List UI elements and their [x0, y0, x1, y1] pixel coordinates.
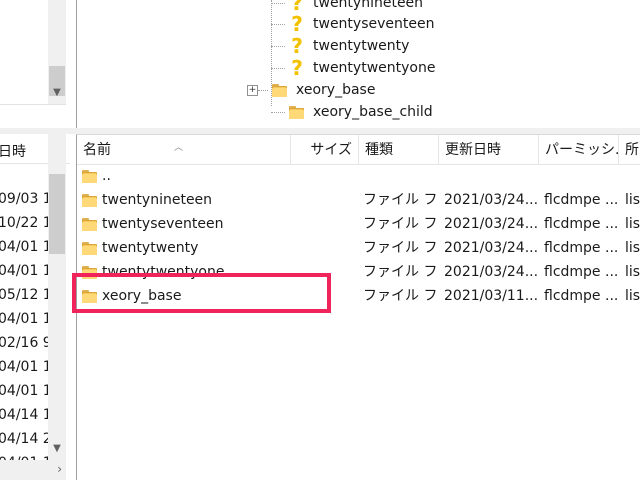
file-name: twentyseventeen: [102, 216, 224, 232]
date-cell: 04/01 1: [0, 263, 52, 279]
top-left-scrollbar[interactable]: ▼: [48, 0, 66, 104]
tree-item-twentytwenty[interactable]: ? twentytwenty: [263, 34, 410, 58]
tree-item-xeory-base-child[interactable]: xeory_base_child: [263, 101, 433, 123]
tree-item-twentyseventeen[interactable]: ? twentyseventeen: [263, 12, 435, 36]
tree-item-label: twentyseventeen: [313, 16, 435, 32]
file-modified: 2021/03/24...: [444, 192, 538, 208]
date-cell: 04/01 1: [0, 239, 52, 255]
file-permissions: flcdmpe ...: [544, 192, 618, 208]
date-cell: 10/22 1: [0, 215, 52, 231]
file-owner: list: [625, 216, 640, 232]
file-owner: list: [625, 288, 640, 304]
expand-icon[interactable]: +: [247, 84, 258, 96]
file-type: ファイル フ...: [363, 216, 439, 232]
tree-item-xeory-base[interactable]: + xeory_base: [244, 79, 375, 101]
list-item-parent[interactable]: ..: [77, 164, 640, 188]
column-header-owner[interactable]: 所: [619, 135, 640, 165]
folder-icon: [81, 215, 99, 233]
date-cell: 04/14 1: [0, 407, 52, 423]
folder-icon: [287, 102, 307, 122]
highlight-annotation: [72, 273, 331, 313]
tree-item-label: xeory_base: [296, 82, 376, 98]
folder-icon: [81, 191, 99, 209]
date-cell: 09/03 1: [0, 191, 52, 207]
file-name: twentytwenty: [102, 240, 199, 256]
tree-item-label: xeory_base_child: [313, 104, 433, 120]
file-permissions: flcdmpe ...: [544, 216, 618, 232]
date-cell: 04/01 1: [0, 311, 52, 327]
scroll-down-icon[interactable]: ▼: [48, 440, 66, 458]
file-modified: 2021/03/24...: [444, 240, 538, 256]
column-header-permissions[interactable]: パーミッシ...: [539, 135, 619, 165]
sort-ascending-icon: ︿: [174, 143, 184, 153]
column-header-type[interactable]: 種類: [359, 135, 439, 165]
scroll-down-icon[interactable]: ▼: [48, 84, 66, 102]
divider: [0, 104, 66, 105]
column-header-name[interactable]: 名前 ︿: [77, 135, 291, 165]
tree-item-twentytwentyone[interactable]: ? twentytwentyone: [263, 56, 436, 80]
folder-icon: [270, 80, 290, 100]
folder-icon: [81, 167, 99, 185]
file-type: ファイル フ...: [363, 264, 439, 280]
local-file-list: 日時 09/03 1 10/22 1 04/01 1 04/01 1 05/12…: [0, 134, 70, 480]
tree-item-label: twentynineteen: [313, 0, 424, 11]
local-list-hscrollbar[interactable]: ›: [0, 460, 66, 480]
chevron-right-icon[interactable]: ›: [57, 462, 62, 476]
date-cell: 05/12 1: [0, 287, 52, 303]
date-cell: 04/14 2: [0, 431, 52, 447]
file-type: ファイル フ...: [363, 288, 439, 304]
remote-directory-tree: ? twentynineteen ? twentyseventeen ? twe…: [76, 0, 640, 128]
folder-icon: [81, 239, 99, 257]
tree-item-label: twentytwentyone: [313, 60, 436, 76]
top-left-pane: ▼: [0, 0, 70, 126]
date-cell: 04/01 1: [0, 383, 52, 399]
file-permissions: flcdmpe ...: [544, 240, 618, 256]
list-item[interactable]: twentynineteen ファイル フ... 2021/03/24... f…: [77, 188, 640, 212]
file-name: twentynineteen: [102, 192, 213, 208]
file-type: ファイル フ...: [363, 192, 439, 208]
file-owner: list: [625, 240, 640, 256]
file-type: ファイル フ...: [363, 240, 439, 256]
column-header-size[interactable]: サイズ: [291, 135, 359, 165]
tree-item-twentynineteen[interactable]: ? twentynineteen: [263, 0, 424, 15]
file-modified: 2021/03/11...: [444, 288, 538, 304]
date-cell: 04/01 1: [0, 359, 52, 375]
date-cell: 02/16 9: [0, 335, 52, 351]
question-icon: ?: [291, 12, 303, 36]
file-owner: list: [625, 192, 640, 208]
question-icon: ?: [291, 56, 303, 80]
file-permissions: flcdmpe ...: [544, 288, 618, 304]
tree-item-label: twentytwenty: [313, 38, 410, 54]
scroll-thumb[interactable]: [49, 174, 65, 254]
file-modified: 2021/03/24...: [444, 264, 538, 280]
file-permissions: flcdmpe ...: [544, 264, 618, 280]
column-header-modified[interactable]: 更新日時: [439, 135, 539, 165]
list-item[interactable]: twentytwenty ファイル フ... 2021/03/24... flc…: [77, 236, 640, 260]
list-item[interactable]: twentyseventeen ファイル フ... 2021/03/24... …: [77, 212, 640, 236]
file-name: ..: [102, 168, 111, 184]
local-list-scrollbar[interactable]: ▼: [48, 134, 66, 460]
file-modified: 2021/03/24...: [444, 216, 538, 232]
column-header-row: 名前 ︿ サイズ 種類 更新日時 パーミッシ... 所: [77, 135, 640, 165]
question-icon: ?: [291, 34, 303, 58]
file-owner: list: [625, 264, 640, 280]
